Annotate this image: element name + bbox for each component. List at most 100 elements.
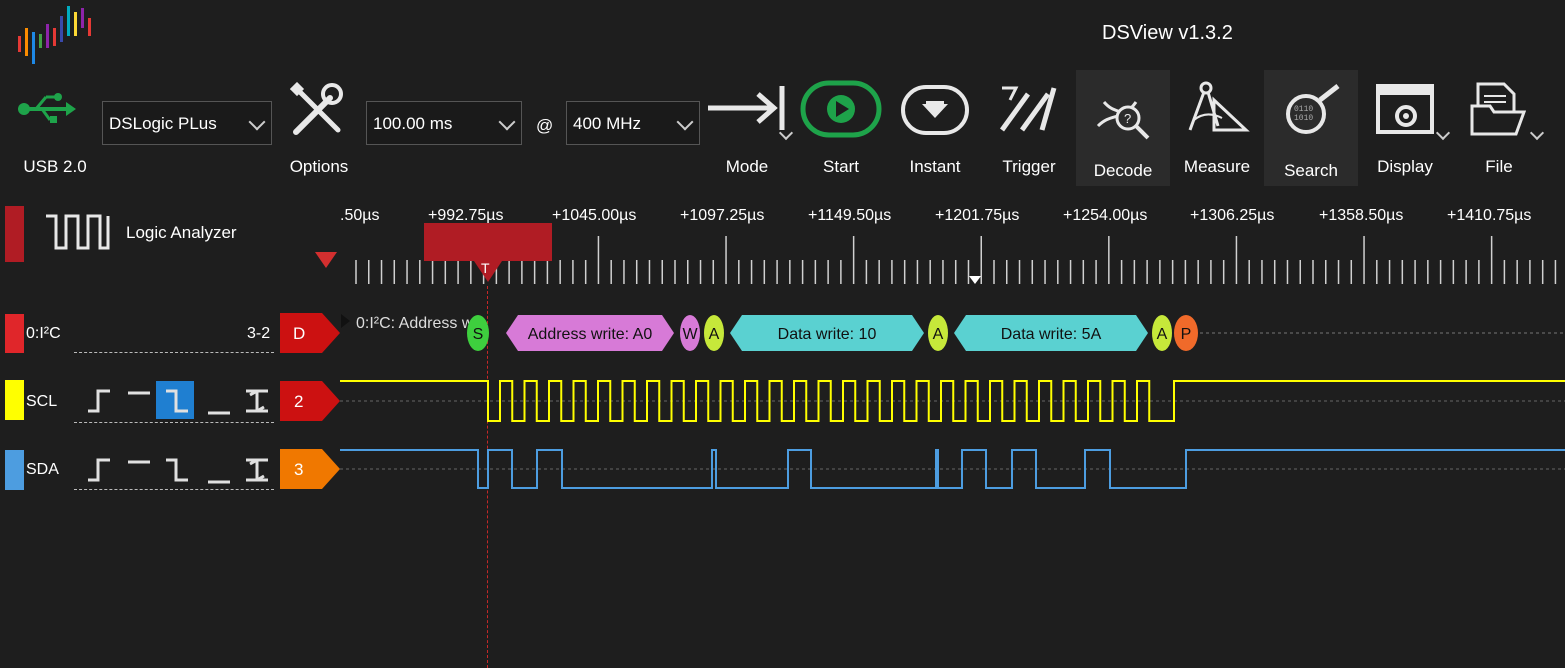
decode-annotation: Data write: 10 — [730, 315, 924, 351]
display-label[interactable]: Display — [1360, 157, 1450, 177]
instant-icon[interactable] — [900, 84, 970, 136]
svg-text:0110: 0110 — [1294, 105, 1313, 114]
low-level-icon[interactable] — [200, 381, 238, 419]
trigger-flag[interactable] — [424, 223, 552, 261]
falling-edge-icon[interactable] — [156, 450, 194, 488]
duration-select-value: 100.00 ms — [373, 114, 453, 133]
svg-text:Data write: 5A: Data write: 5A — [1001, 326, 1102, 343]
ruler-label: +1306.25µs — [1190, 207, 1275, 224]
measure-label[interactable]: Measure — [1172, 157, 1262, 177]
svg-text:Data write: 10: Data write: 10 — [778, 326, 877, 343]
decode-annotation: Address write: A0 — [506, 315, 674, 351]
cursor-arrow-icon[interactable] — [315, 252, 337, 270]
decoder-badge[interactable] — [280, 313, 340, 353]
ruler-label: +1045.00µs — [552, 207, 637, 224]
decode-annotation: P — [1174, 315, 1198, 351]
svg-text:S: S — [473, 326, 484, 343]
display-icon[interactable] — [1376, 84, 1434, 136]
rising-edge-icon[interactable] — [82, 450, 120, 488]
decode-annotation: A — [1152, 315, 1172, 351]
display-chevron-down-icon[interactable] — [1435, 125, 1451, 141]
decoder-color-bar — [5, 314, 24, 353]
usb-label: USB 2.0 — [23, 157, 87, 176]
svg-text:A: A — [709, 326, 720, 343]
decoder-divider — [74, 352, 274, 353]
any-edge-icon[interactable] — [238, 381, 276, 419]
svg-text:P: P — [1181, 326, 1192, 343]
high-level-icon[interactable] — [120, 381, 158, 419]
chevron-down-icon — [498, 113, 516, 131]
device-select-value: DSLogic PLus — [109, 114, 217, 133]
options-label[interactable]: Options — [274, 157, 364, 177]
samplerate-select-value: 400 MHz — [573, 114, 642, 133]
panel-title: Logic Analyzer — [126, 223, 237, 242]
ruler-label: +1410.75µs — [1447, 207, 1532, 224]
any-edge-icon[interactable] — [238, 450, 276, 488]
start-label[interactable]: Start — [796, 157, 886, 177]
decode-annotation: S — [467, 315, 489, 351]
ruler-label: +1149.50µs — [808, 207, 892, 224]
at-symbol: @ — [536, 116, 554, 135]
scl-divider — [74, 422, 274, 423]
decode-annotation: A — [928, 315, 948, 351]
sda-name[interactable]: SDA — [26, 461, 59, 479]
decoder-name[interactable]: 0:I²C — [26, 325, 61, 343]
waveform-area[interactable] — [340, 370, 1565, 500]
chevron-down-icon — [248, 113, 266, 131]
start-play-icon[interactable] — [800, 80, 882, 138]
instant-label[interactable]: Instant — [890, 157, 980, 177]
trigger-label[interactable]: Trigger — [984, 157, 1074, 177]
trigger-icon[interactable] — [998, 84, 1058, 134]
ruler-label: +1201.75µs — [935, 207, 1020, 224]
trigger-marker-label: T — [481, 260, 490, 276]
duration-select[interactable]: 100.00 ms — [366, 101, 522, 145]
svg-text:1010: 1010 — [1294, 114, 1313, 123]
sda-color-bar — [5, 450, 24, 490]
scl-color-bar — [5, 380, 24, 420]
sda-badge[interactable] — [280, 449, 340, 489]
decode-annotation: W — [680, 315, 700, 351]
file-label[interactable]: File — [1454, 157, 1544, 177]
svg-text:W: W — [682, 326, 698, 343]
usb-icon — [18, 93, 76, 123]
ruler-label: +1254.00µs — [1063, 207, 1148, 224]
measure-compass-icon[interactable] — [1184, 80, 1250, 138]
low-level-icon[interactable] — [200, 450, 238, 488]
device-select[interactable]: DSLogic PLus — [102, 101, 272, 145]
sda-badge-label: 3 — [294, 460, 304, 479]
cursor-marker-icon[interactable] — [969, 276, 981, 286]
mode-icon[interactable] — [706, 84, 790, 132]
toolbar: DSView v1.3.2 USB 2.0 DSLogic PLus Optio… — [0, 0, 1565, 188]
mode-label[interactable]: Mode — [702, 157, 792, 177]
decoder-badge-label: D — [293, 324, 306, 343]
svg-text:A: A — [933, 326, 944, 343]
ruler-label: +1358.50µs — [1319, 207, 1404, 224]
scl-waveform — [340, 380, 1565, 422]
svg-text:Address write: A0: Address write: A0 — [528, 326, 653, 343]
scl-badge-label: 2 — [294, 392, 304, 411]
logic-analyzer-color-bar — [5, 206, 24, 262]
sda-divider — [74, 489, 274, 490]
decoder-channels: 3-2 — [247, 325, 271, 342]
dsview-logo-icon — [18, 6, 91, 64]
scl-badge[interactable] — [280, 381, 340, 421]
file-chevron-down-icon[interactable] — [1529, 125, 1545, 141]
decode-annotation: Data write: 5A — [954, 315, 1148, 351]
square-wave-icon — [46, 214, 110, 250]
decode-annotation: A — [704, 315, 724, 351]
decode-label[interactable]: Decode — [1078, 161, 1168, 181]
scl-name[interactable]: SCL — [26, 393, 57, 411]
search-label[interactable]: Search — [1266, 161, 1356, 181]
rising-edge-icon[interactable] — [82, 381, 120, 419]
decode-annotations: S Address write: A0 W A Data write: 10 A Data … — [467, 315, 1565, 351]
ruler-label: +1097.25µs — [680, 207, 765, 224]
chevron-down-icon — [676, 113, 694, 131]
file-folder-icon[interactable] — [1470, 82, 1526, 136]
svg-text:A: A — [1157, 326, 1168, 343]
falling-edge-icon[interactable] — [156, 381, 194, 419]
search-icon[interactable]: 0110 1010 — [1278, 84, 1344, 142]
high-level-icon[interactable] — [120, 450, 158, 488]
options-tools-icon[interactable] — [290, 82, 346, 138]
samplerate-select[interactable]: 400 MHz — [566, 101, 700, 145]
decode-dna-icon[interactable]: ? — [1092, 82, 1154, 142]
